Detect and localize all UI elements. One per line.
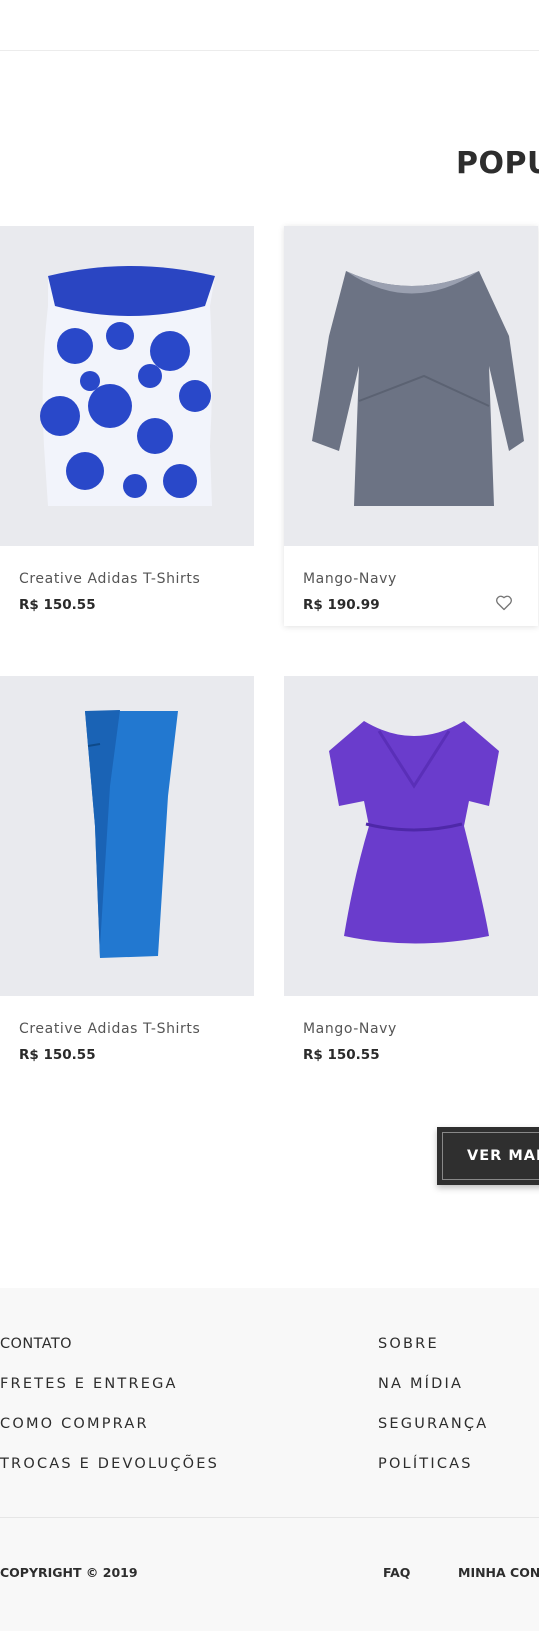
product-image[interactable] (0, 226, 254, 546)
footer-link-minha-conta[interactable]: MINHA CONT (458, 1565, 539, 1580)
product-image[interactable] (0, 676, 254, 996)
product-card[interactable]: Mango-Navy R$ 150.55 (284, 676, 538, 1076)
footer-link-fretes[interactable]: FRETES E ENTREGA (0, 1376, 178, 1392)
top-header-bar (0, 0, 539, 51)
product-price: R$ 150.55 (19, 597, 96, 613)
product-price: R$ 150.55 (19, 1047, 96, 1063)
footer-divider (0, 1517, 539, 1518)
heart-outline-icon[interactable] (494, 592, 514, 612)
product-card[interactable]: Creative Adidas T-Shirts R$ 150.55 (0, 226, 254, 626)
product-image[interactable] (284, 226, 538, 546)
footer-link-faq[interactable]: FAQ (383, 1565, 410, 1580)
copyright-text: COPYRIGHT © 2019 (0, 1565, 138, 1580)
footer-link-contato[interactable]: CONTATO (0, 1336, 72, 1352)
footer-link-sobre[interactable]: SOBRE (378, 1336, 439, 1352)
product-price: R$ 150.55 (303, 1047, 380, 1063)
product-name[interactable]: Mango-Navy (303, 571, 397, 587)
footer-link-trocas[interactable]: TROCAS E DEVOLUÇÕES (0, 1456, 219, 1472)
view-more-label: VER MAIS (467, 1148, 539, 1164)
footer-link-como-comprar[interactable]: COMO COMPRAR (0, 1416, 149, 1432)
footer-link-seguranca[interactable]: SEGURANÇA (378, 1416, 488, 1432)
footer-link-politicas[interactable]: POLÍTICAS (378, 1456, 473, 1472)
product-card[interactable]: Mango-Navy R$ 190.99 (284, 226, 538, 626)
product-card[interactable]: Creative Adidas T-Shirts R$ 150.55 (0, 676, 254, 1076)
product-name[interactable]: Creative Adidas T-Shirts (19, 571, 200, 587)
product-name[interactable]: Mango-Navy (303, 1021, 397, 1037)
product-price: R$ 190.99 (303, 597, 380, 613)
product-name[interactable]: Creative Adidas T-Shirts (19, 1021, 200, 1037)
section-title: POPU (456, 146, 539, 181)
product-image[interactable] (284, 676, 538, 996)
footer-link-na-midia[interactable]: NA MÍDIA (378, 1376, 463, 1392)
view-more-button[interactable]: VER MAIS (437, 1127, 539, 1185)
